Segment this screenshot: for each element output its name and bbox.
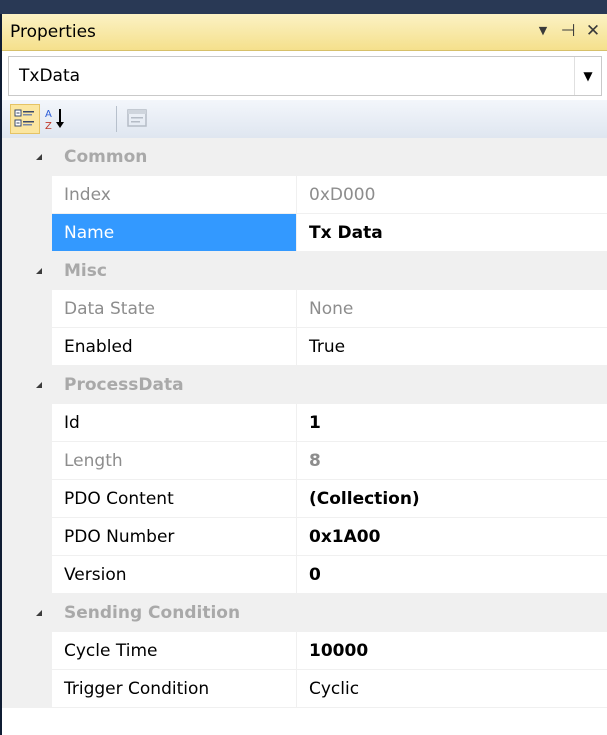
property-row[interactable]: Enabled True (2, 328, 607, 366)
close-icon[interactable]: ✕ (582, 20, 604, 42)
properties-toolbar: A Z (2, 100, 607, 139)
property-value[interactable]: 0xD000 (296, 176, 607, 214)
window-position-dropdown-icon[interactable]: ▼ (532, 20, 554, 42)
alphabetical-button[interactable]: A Z (42, 104, 72, 134)
collapse-triangle-icon[interactable] (36, 154, 42, 160)
property-row[interactable]: PDO Content (Collection) (2, 480, 607, 518)
category-row[interactable]: ProcessData (2, 366, 607, 404)
row-gutter (2, 632, 52, 670)
object-selector-dropdown[interactable]: TxData ▼ (8, 56, 602, 96)
row-gutter (2, 670, 52, 708)
category-row[interactable]: Common (2, 138, 607, 176)
property-name[interactable]: Length (52, 442, 296, 480)
category-row[interactable]: Misc (2, 252, 607, 290)
property-name[interactable]: Cycle Time (52, 632, 296, 670)
row-gutter (2, 518, 52, 556)
toolbar-separator (116, 106, 117, 132)
property-grid: Common Index 0xD000 Name Tx Data Misc Data Sta… (2, 138, 607, 708)
property-pages-button[interactable] (122, 104, 152, 134)
row-gutter (2, 442, 52, 480)
property-name[interactable]: Name (52, 214, 296, 252)
row-gutter (2, 214, 52, 252)
property-row[interactable]: Length 8 (2, 442, 607, 480)
property-value[interactable]: 8 (296, 442, 607, 480)
svg-text:Z: Z (45, 121, 52, 132)
category-label: Sending Condition (64, 603, 241, 623)
sort-az-icon: A Z (45, 109, 64, 132)
property-value[interactable]: (Collection) (296, 480, 607, 518)
property-pages-icon (127, 109, 147, 127)
property-value[interactable]: 10000 (296, 632, 607, 670)
property-name[interactable]: PDO Number (52, 518, 296, 556)
property-value[interactable]: 1 (296, 404, 607, 442)
collapse-triangle-icon[interactable] (36, 382, 42, 388)
categorized-button[interactable] (10, 104, 40, 134)
property-value[interactable]: True (296, 328, 607, 366)
row-gutter (2, 176, 52, 214)
property-name[interactable]: Enabled (52, 328, 296, 366)
property-row[interactable]: Cycle Time 10000 (2, 632, 607, 670)
row-gutter (2, 328, 52, 366)
auto-hide-pin-icon[interactable]: ⊣ (557, 20, 579, 42)
collapse-triangle-icon[interactable] (36, 268, 42, 274)
property-row[interactable]: Index 0xD000 (2, 176, 607, 214)
property-row[interactable]: Version 0 (2, 556, 607, 594)
property-row[interactable]: Name Tx Data (2, 214, 607, 252)
category-row[interactable]: Sending Condition (2, 594, 607, 632)
panel-title-bar[interactable]: Properties ▼ ⊣ ✕ (2, 14, 607, 51)
property-row[interactable]: Data State None (2, 290, 607, 328)
category-label: ProcessData (64, 375, 184, 395)
row-gutter (2, 556, 52, 594)
row-gutter (2, 404, 52, 442)
panel-title: Properties (10, 22, 96, 42)
properties-panel: Properties ▼ ⊣ ✕ TxData ▼ A Z Common Ind… (0, 14, 607, 735)
property-name[interactable]: Id (52, 404, 296, 442)
property-name[interactable]: Index (52, 176, 296, 214)
property-name[interactable]: PDO Content (52, 480, 296, 518)
property-row[interactable]: Id 1 (2, 404, 607, 442)
categorized-icon (14, 109, 34, 127)
selected-object-name: TxData (19, 66, 81, 86)
row-gutter (2, 290, 52, 328)
property-value[interactable]: Cyclic (296, 670, 607, 708)
category-label: Common (64, 147, 148, 167)
property-value[interactable]: 0x1A00 (296, 518, 607, 556)
property-name[interactable]: Trigger Condition (52, 670, 296, 708)
chevron-down-icon[interactable]: ▼ (574, 57, 601, 95)
property-name[interactable]: Version (52, 556, 296, 594)
property-value[interactable]: 0 (296, 556, 607, 594)
property-row[interactable]: PDO Number 0x1A00 (2, 518, 607, 556)
category-label: Misc (64, 261, 107, 281)
collapse-triangle-icon[interactable] (36, 610, 42, 616)
property-row[interactable]: Trigger Condition Cyclic (2, 670, 607, 708)
property-value[interactable]: None (296, 290, 607, 328)
row-gutter (2, 480, 52, 518)
svg-text:A: A (45, 109, 52, 120)
property-name[interactable]: Data State (52, 290, 296, 328)
property-value[interactable]: Tx Data (296, 214, 607, 252)
